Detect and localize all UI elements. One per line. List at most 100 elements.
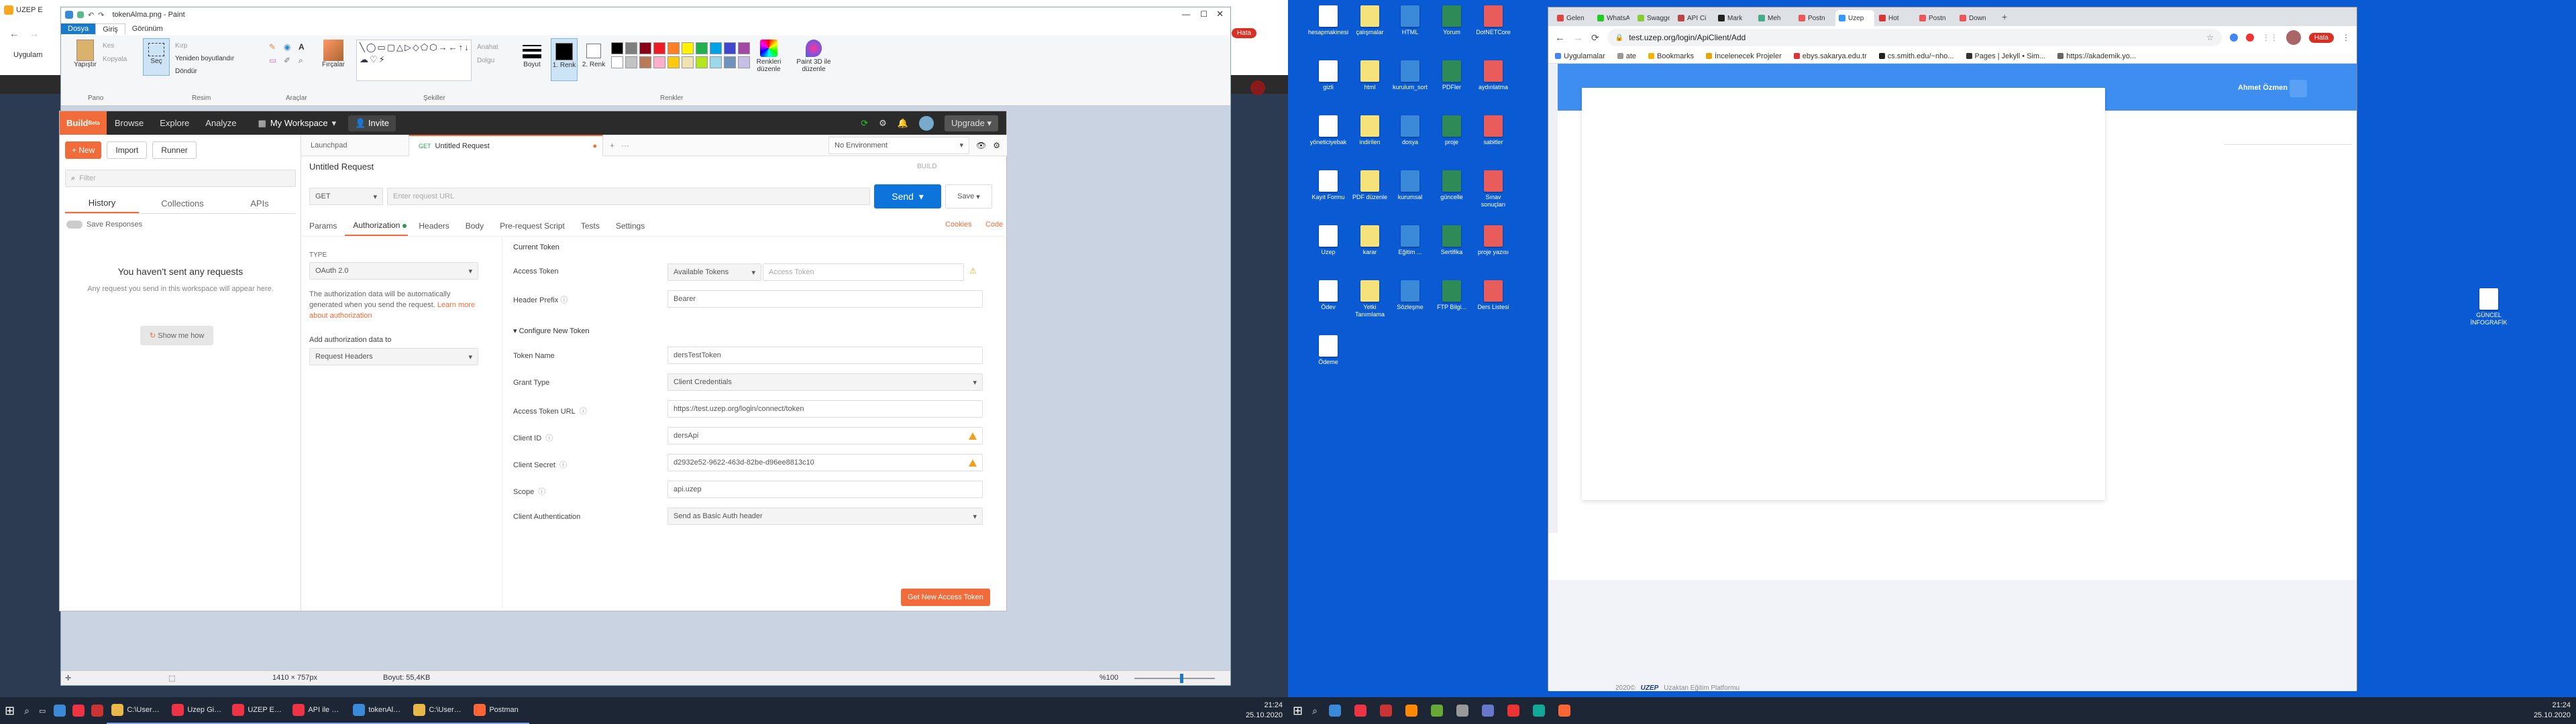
outline-button[interactable]: Anahat: [477, 41, 498, 54]
save-button[interactable]: Save ▾: [945, 184, 992, 208]
desktop-icon[interactable]: indirilen: [1350, 115, 1390, 146]
desktop-icon[interactable]: Yorum: [1432, 5, 1472, 36]
vscode-icon[interactable]: [1532, 705, 1545, 717]
desktop-icon[interactable]: dosya: [1390, 115, 1430, 146]
palette-swatch[interactable]: [724, 56, 736, 68]
address-bar[interactable]: 🔒 test.uzep.org/login/ApiClient/Add ☆: [1607, 29, 2222, 46]
chrome-tab[interactable]: Uzep: [1835, 10, 1874, 26]
available-tokens-select[interactable]: Available Tokens ▾: [667, 263, 761, 281]
palette-swatch[interactable]: [653, 42, 665, 54]
desktop-icon[interactable]: html: [1350, 60, 1390, 91]
bookmark-item[interactable]: Uygulamalar: [1555, 52, 1605, 60]
desktop-icon[interactable]: aydınlatma: [1473, 60, 1513, 91]
palette-swatch[interactable]: [682, 42, 694, 54]
user-name[interactable]: Ahmet Özmen: [2238, 84, 2288, 92]
desktop-icon[interactable]: kurulum_sort: [1390, 60, 1430, 91]
subtab-headers[interactable]: Headers: [411, 216, 457, 236]
palette-swatch[interactable]: [696, 42, 708, 54]
start-button[interactable]: ⊞: [0, 697, 19, 724]
menu-view[interactable]: Görünüm: [125, 23, 170, 34]
subtab-pre-request-script[interactable]: Pre-request Script: [492, 216, 573, 236]
palette-swatch[interactable]: [710, 56, 722, 68]
notepad-icon[interactable]: [1430, 705, 1443, 717]
menu-file[interactable]: Dosya: [61, 23, 96, 34]
settings-icon[interactable]: ⚙: [879, 118, 887, 129]
taskbar-item[interactable]: API ile Entegr...: [288, 697, 349, 724]
error-badge[interactable]: Hata: [1232, 28, 1257, 38]
tab-collections[interactable]: Collections: [139, 194, 226, 213]
desktop-icon[interactable]: yöneticiyebak: [1308, 115, 1348, 146]
back-arrow-icon[interactable]: ←: [9, 28, 19, 39]
menu-home[interactable]: Giriş: [95, 23, 125, 35]
new-tab-icon[interactable]: +: [2002, 11, 2007, 22]
show-me-how-button[interactable]: ↻ Show me how: [140, 326, 214, 345]
add-to-select[interactable]: Request Headers ▾: [309, 348, 478, 365]
profile-error-badge[interactable]: Hata: [2308, 32, 2334, 43]
star-icon[interactable]: ☆: [2206, 33, 2214, 42]
palette-swatch[interactable]: [682, 56, 694, 68]
copy-button[interactable]: Kopyala: [103, 53, 127, 66]
filezilla-icon[interactable]: [91, 705, 104, 717]
subtab-settings[interactable]: Settings: [608, 216, 653, 236]
shapes-gallery[interactable]: ╲◯▭▢△▷◇⬠⬡→←↑↓✦✧★◔◕☁♡⚡: [356, 40, 472, 81]
desktop-icon[interactable]: PDFler: [1432, 60, 1472, 91]
chrome-tab[interactable]: Postn: [1795, 10, 1834, 26]
subtab-params[interactable]: Params: [301, 216, 345, 236]
taskbar-item[interactable]: C:\Users\Sau...: [107, 697, 168, 724]
fill-icon[interactable]: ◉: [284, 42, 294, 52]
desktop-icon[interactable]: karar: [1350, 225, 1390, 256]
auth-type-select[interactable]: OAuth 2.0 ▾: [309, 262, 478, 280]
paint3d-button[interactable]: Paint 3D ile düzenle: [794, 40, 834, 73]
configure-token-heading[interactable]: ▾ Configure New Token: [513, 326, 590, 335]
taskbar-item[interactable]: Uzep Giriş - G...: [167, 697, 228, 724]
token-field-select[interactable]: Client Credentials ▾: [667, 373, 983, 391]
upgrade-button[interactable]: Upgrade ▾: [944, 115, 998, 131]
bookmark-item[interactable]: Pages | Jekyll • Sim...: [1966, 52, 2045, 60]
cut-button[interactable]: Kes: [103, 40, 127, 53]
desktop-icon[interactable]: FTP Bilgi...: [1432, 280, 1472, 311]
desktop-icon[interactable]: proje: [1432, 115, 1472, 146]
subtab-body[interactable]: Body: [458, 216, 492, 236]
forward-arrow-icon[interactable]: →: [1573, 32, 1583, 44]
desktop-icon[interactable]: çalışmalar: [1350, 5, 1390, 36]
send-button[interactable]: Send ▾: [874, 184, 941, 208]
chrome-tab[interactable]: Mark: [1715, 10, 1754, 26]
subtab-tests[interactable]: Tests: [573, 216, 608, 236]
explore-tab[interactable]: Explore: [152, 118, 197, 128]
select-button[interactable]: Seç: [143, 38, 170, 76]
extensions-icon[interactable]: ⋮⋮: [2262, 33, 2278, 42]
taskbar-item[interactable]: Postman: [469, 697, 530, 724]
url-input[interactable]: Enter request URL: [387, 188, 870, 205]
palette-swatch[interactable]: [639, 56, 651, 68]
search-button[interactable]: ⌕: [19, 697, 34, 724]
color2-button[interactable]: 2. Renk: [580, 38, 607, 68]
chrome-tab[interactable]: Postn: [1916, 10, 1955, 26]
eraser-icon[interactable]: ▭: [269, 56, 280, 66]
bookmark-item[interactable]: İncelenecek Projeler: [1706, 52, 1782, 60]
palette-swatch[interactable]: [625, 56, 637, 68]
filezilla-icon[interactable]: [1379, 705, 1392, 717]
desktop-icon[interactable]: Ödev: [1308, 280, 1348, 311]
size-button[interactable]: Boyut: [519, 40, 545, 68]
subtab-authorization[interactable]: Authorization: [345, 216, 409, 236]
chrome-tab[interactable]: Meh: [1755, 10, 1794, 26]
taskbar-item[interactable]: tokenAlma.p...: [348, 697, 409, 724]
import-button[interactable]: Import: [107, 141, 148, 159]
token-field-input[interactable]: dersTestToken: [667, 347, 983, 364]
token-field-input[interactable]: dersApi: [667, 427, 983, 444]
bookmark-item[interactable]: https://akademik.yo...: [2057, 52, 2136, 60]
token-field-select[interactable]: Send as Basic Auth header ▾: [667, 507, 983, 525]
desktop-icon[interactable]: Sözleşme: [1390, 280, 1430, 311]
bookmark-item[interactable]: cs.smith.edu/~nho...: [1878, 52, 1954, 60]
postman-icon[interactable]: [1558, 705, 1570, 717]
palette-swatch[interactable]: [611, 42, 623, 54]
tab-untitled-request[interactable]: GET Untitled Request ●: [409, 134, 603, 156]
palette-swatch[interactable]: [724, 42, 736, 54]
header-prefix-input[interactable]: Bearer: [667, 290, 983, 308]
desktop-icon[interactable]: Eğitim ...: [1390, 225, 1430, 256]
avatar[interactable]: [918, 115, 934, 131]
desktop-icon[interactable]: hesapmakinesi: [1308, 5, 1348, 36]
edge-icon[interactable]: [1328, 705, 1341, 717]
undo-icon[interactable]: ↶: [88, 11, 94, 19]
desktop-icon[interactable]: proje yazısı: [1473, 225, 1513, 256]
